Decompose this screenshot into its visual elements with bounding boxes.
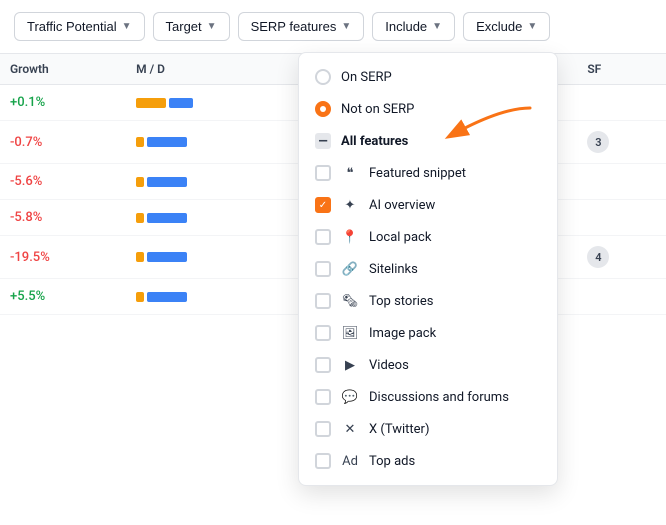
checkbox-control[interactable] bbox=[315, 357, 331, 373]
checkbox-control[interactable] bbox=[315, 293, 331, 309]
serp-features-button[interactable]: SERP features ▼ bbox=[238, 12, 365, 41]
checkbox-local-pack[interactable]: 📍 Local pack bbox=[299, 221, 557, 253]
checkbox-discussions-and-forums[interactable]: 💬 Discussions and forums bbox=[299, 381, 557, 413]
feature-icon: 💬 bbox=[341, 390, 359, 405]
col-md: M / D bbox=[126, 54, 295, 85]
section-label: All features bbox=[341, 134, 408, 149]
checkbox-control[interactable] bbox=[315, 389, 331, 405]
exclude-label: Exclude bbox=[476, 19, 522, 34]
feature-label: X (Twitter) bbox=[369, 422, 429, 437]
checkbox-control[interactable] bbox=[315, 229, 331, 245]
checkbox-top-stories[interactable]: 🗞 Top stories bbox=[299, 285, 557, 317]
checkbox-videos[interactable]: ▶ Videos bbox=[299, 349, 557, 381]
radio-on-serp[interactable]: On SERP bbox=[299, 61, 557, 93]
col-sf: SF bbox=[577, 54, 666, 85]
checkbox-sitelinks[interactable]: 🔗 Sitelinks bbox=[299, 253, 557, 285]
include-label: Include bbox=[385, 19, 427, 34]
traffic-potential-label: Traffic Potential bbox=[27, 19, 117, 34]
minus-icon: — bbox=[315, 133, 331, 149]
bar-cell bbox=[126, 236, 295, 279]
growth-cell: -19.5% bbox=[0, 236, 126, 279]
feature-icon: 🔗 bbox=[341, 262, 359, 277]
growth-cell: -0.7% bbox=[0, 121, 126, 164]
sf-cell bbox=[577, 279, 666, 315]
chevron-down-icon: ▼ bbox=[207, 21, 217, 32]
radio-not-on-serp[interactable]: Not on SERP bbox=[299, 93, 557, 125]
exclude-button[interactable]: Exclude ▼ bbox=[463, 12, 550, 41]
target-label: Target bbox=[166, 19, 202, 34]
feature-label: Top ads bbox=[369, 454, 415, 469]
feature-label: Sitelinks bbox=[369, 262, 418, 277]
feature-icon: 📍 bbox=[341, 230, 359, 245]
feature-icon: ✕ bbox=[341, 422, 359, 437]
feature-icon: 🖼 bbox=[341, 326, 359, 341]
bar-cell bbox=[126, 121, 295, 164]
checkbox-ai-overview[interactable]: ✓ ✦ AI overview bbox=[299, 189, 557, 221]
feature-label: Discussions and forums bbox=[369, 390, 509, 405]
feature-label: AI overview bbox=[369, 198, 435, 213]
bar-cell bbox=[126, 164, 295, 200]
sf-cell bbox=[577, 85, 666, 121]
checkbox-control[interactable] bbox=[315, 421, 331, 437]
checkbox-x-(twitter)[interactable]: ✕ X (Twitter) bbox=[299, 413, 557, 445]
serp-features-label: SERP features bbox=[251, 19, 337, 34]
feature-icon: ▶ bbox=[341, 358, 359, 373]
toolbar: Traffic Potential ▼ Target ▼ SERP featur… bbox=[0, 0, 666, 54]
all-features-section: — All features bbox=[299, 125, 557, 157]
bar-cell bbox=[126, 279, 295, 315]
sf-cell bbox=[577, 200, 666, 236]
feature-label: Videos bbox=[369, 358, 409, 373]
col-growth: Growth bbox=[0, 54, 126, 85]
bar-cell bbox=[126, 200, 295, 236]
chevron-down-icon: ▼ bbox=[341, 21, 351, 32]
feature-icon: Ad bbox=[341, 454, 359, 469]
checkbox-control[interactable] bbox=[315, 261, 331, 277]
growth-cell: -5.8% bbox=[0, 200, 126, 236]
checkbox-top-ads[interactable]: Ad Top ads bbox=[299, 445, 557, 477]
chevron-down-icon: ▼ bbox=[122, 21, 132, 32]
checkbox-control[interactable] bbox=[315, 165, 331, 181]
checkbox-featured-snippet[interactable]: ❝ Featured snippet bbox=[299, 157, 557, 189]
traffic-potential-button[interactable]: Traffic Potential ▼ bbox=[14, 12, 145, 41]
growth-cell: +0.1% bbox=[0, 85, 126, 121]
feature-label: Local pack bbox=[369, 230, 431, 245]
chevron-down-icon: ▼ bbox=[527, 21, 537, 32]
bar-cell bbox=[126, 85, 295, 121]
sf-cell: 3 bbox=[577, 121, 666, 164]
growth-cell: -5.6% bbox=[0, 164, 126, 200]
feature-icon: 🗞 bbox=[341, 294, 359, 309]
feature-icon: ✦ bbox=[341, 198, 359, 213]
serp-features-dropdown: On SERP Not on SERP — All features ❝ Featured… bbox=[298, 52, 558, 486]
feature-label: Featured snippet bbox=[369, 166, 466, 181]
sf-cell bbox=[577, 164, 666, 200]
chevron-down-icon: ▼ bbox=[432, 21, 442, 32]
checkbox-control[interactable] bbox=[315, 325, 331, 341]
feature-label: Image pack bbox=[369, 326, 436, 341]
sf-cell: 4 bbox=[577, 236, 666, 279]
checkbox-control[interactable] bbox=[315, 453, 331, 469]
radio-label: Not on SERP bbox=[341, 102, 414, 117]
checkbox-image-pack[interactable]: 🖼 Image pack bbox=[299, 317, 557, 349]
include-button[interactable]: Include ▼ bbox=[372, 12, 455, 41]
target-button[interactable]: Target ▼ bbox=[153, 12, 230, 41]
feature-label: Top stories bbox=[369, 294, 434, 309]
growth-cell: +5.5% bbox=[0, 279, 126, 315]
checkbox-control[interactable]: ✓ bbox=[315, 197, 331, 213]
radio-label: On SERP bbox=[341, 70, 392, 85]
feature-icon: ❝ bbox=[341, 166, 359, 181]
